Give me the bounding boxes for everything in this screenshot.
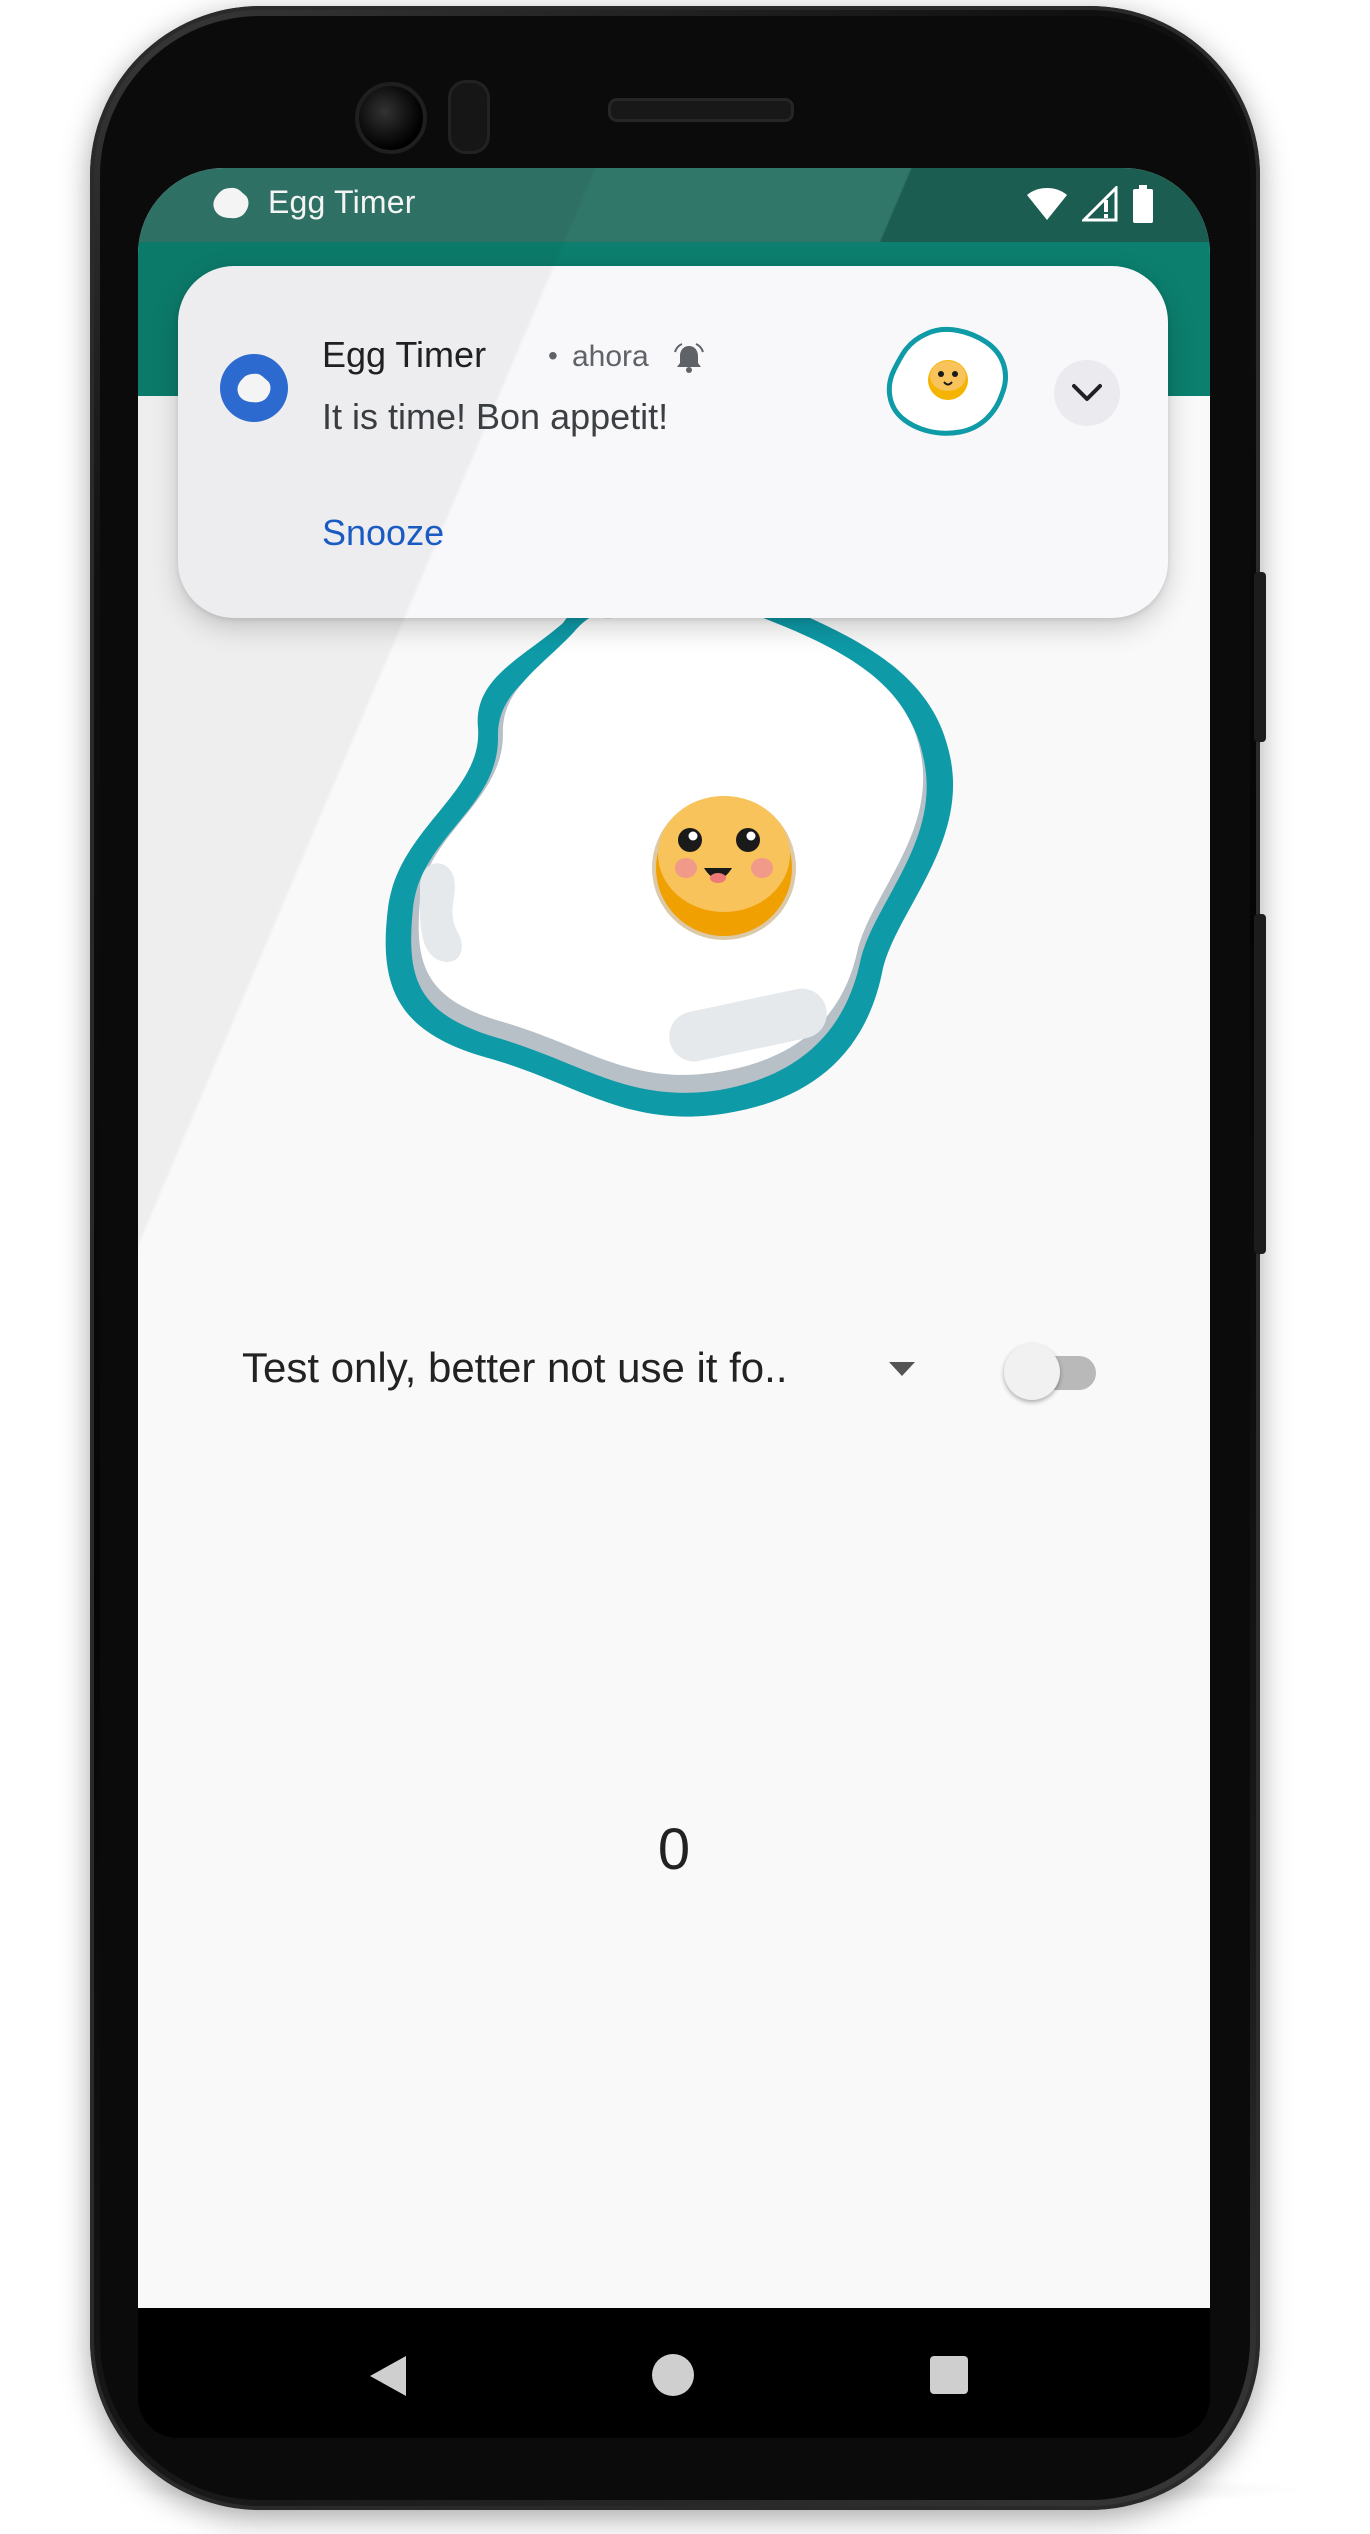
snooze-button[interactable]: Snooze bbox=[322, 512, 444, 554]
heads-up-notification[interactable]: Egg Timer • ahora It is time! Bon appeti… bbox=[178, 266, 1168, 618]
recents-icon[interactable] bbox=[930, 2356, 968, 2394]
app-badge-icon bbox=[220, 354, 288, 422]
timer-duration-spinner[interactable]: Test only, better not use it fo.. bbox=[242, 1330, 942, 1410]
notification-separator: • bbox=[548, 340, 558, 371]
dropdown-arrow-icon bbox=[889, 1362, 915, 1376]
status-bar-app-title: Egg Timer bbox=[268, 184, 416, 220]
egg-app-icon bbox=[237, 373, 271, 403]
timer-counter: 0 bbox=[657, 1817, 691, 1882]
system-navigation-bar bbox=[138, 2308, 1210, 2438]
timer-on-off-switch[interactable] bbox=[1004, 1338, 1100, 1400]
notification-message: It is time! Bon appetit! bbox=[322, 396, 669, 437]
battery-icon bbox=[1133, 185, 1153, 223]
volume-button bbox=[1254, 914, 1266, 1254]
wifi-icon bbox=[1027, 188, 1067, 220]
notification-app-name: Egg Timer bbox=[322, 334, 487, 375]
spinner-selected-value: Test only, better not use it fo.. bbox=[242, 1344, 788, 1391]
status-icons bbox=[1026, 182, 1154, 226]
proximity-sensor bbox=[448, 80, 490, 154]
notification-time: ahora bbox=[572, 340, 649, 373]
status-bar: Egg Timer bbox=[138, 168, 1210, 242]
expand-notification-button[interactable] bbox=[1054, 360, 1120, 426]
fried-egg-illustration bbox=[385, 578, 954, 1117]
egg-thumbnail bbox=[886, 326, 1008, 436]
bell-icon bbox=[674, 343, 704, 373]
back-icon[interactable] bbox=[368, 2354, 408, 2398]
front-camera bbox=[355, 82, 427, 154]
cell-signal-icon bbox=[1082, 186, 1118, 222]
home-icon[interactable] bbox=[652, 2354, 694, 2396]
earpiece-speaker bbox=[608, 98, 794, 122]
chevron-down-icon bbox=[1072, 384, 1102, 401]
power-button bbox=[1254, 572, 1266, 742]
switch-thumb bbox=[1004, 1344, 1060, 1400]
egg-app-icon bbox=[213, 187, 249, 219]
screen: Egg Timer Egg Timer • ahora It is time! … bbox=[138, 168, 1210, 2308]
